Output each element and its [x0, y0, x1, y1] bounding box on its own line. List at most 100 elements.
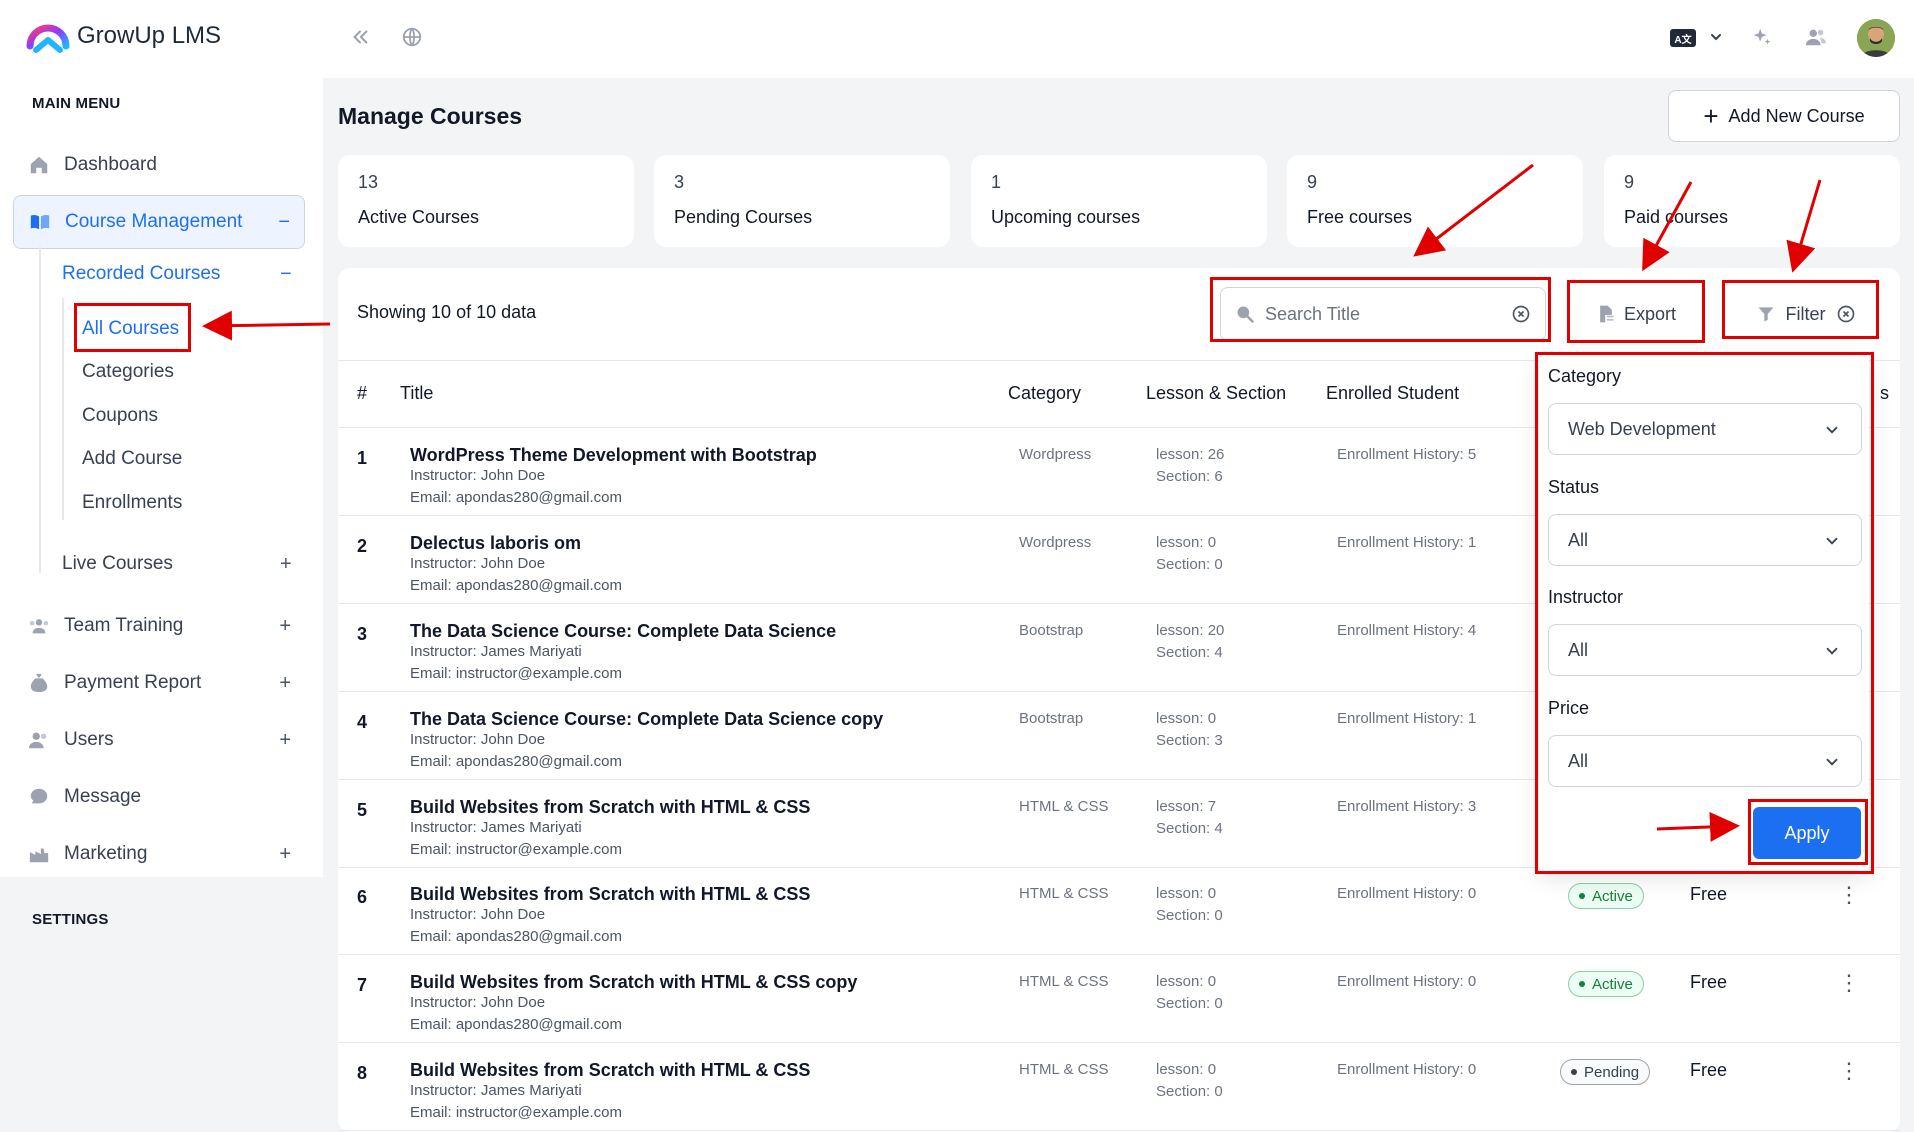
growup-logo[interactable]	[24, 16, 72, 58]
course-title[interactable]: Delectus laboris om	[410, 533, 581, 554]
kebab-menu-icon[interactable]: ⋮	[1838, 1058, 1860, 1084]
stat-card-active[interactable]: 13 Active Courses	[338, 155, 634, 247]
avatar[interactable]	[1857, 19, 1895, 57]
expand-toggle[interactable]: +	[279, 615, 291, 638]
sidebar-item-team-training[interactable]: Team Training +	[13, 600, 305, 652]
course-email: Email: apondas280@gmail.com	[410, 1016, 622, 1033]
sidebar-item-course-management[interactable]: Course Management −	[13, 195, 305, 249]
course-instructor: Instructor: James Mariyati	[410, 819, 582, 836]
enrollment-history[interactable]: Enrollment History: 0	[1337, 885, 1476, 902]
course-title[interactable]: The Data Science Course: Complete Data S…	[410, 709, 883, 730]
collapse-sidebar-icon[interactable]	[347, 24, 373, 50]
lesson-count: lesson: 26	[1156, 446, 1225, 463]
stat-label: Active Courses	[358, 207, 480, 227]
column-header-title[interactable]: Title	[400, 383, 433, 404]
sidebar-item-payment-report[interactable]: Payment Report +	[13, 657, 305, 709]
sidebar-item-message[interactable]: Message	[13, 771, 305, 823]
section-count: Section: 0	[1156, 995, 1223, 1012]
users-icon[interactable]	[1803, 24, 1829, 50]
kebab-menu-icon[interactable]: ⋮	[1838, 882, 1860, 908]
stat-card-upcoming[interactable]: 1 Upcoming courses	[971, 155, 1267, 247]
row-index: 4	[357, 712, 368, 732]
language-icon[interactable]: A文	[1670, 29, 1696, 47]
stat-card-free[interactable]: 9 Free courses	[1287, 155, 1583, 247]
showing-count: Showing 10 of 10 data	[357, 302, 537, 322]
sidebar-item-users[interactable]: Users +	[13, 714, 305, 766]
add-new-course-button[interactable]: + Add New Course	[1668, 90, 1900, 142]
row-index: 1	[357, 448, 368, 468]
sidebar-item-coupons[interactable]: Coupons	[82, 405, 158, 427]
table-row[interactable]: 7 Build Websites from Scratch with HTML &…	[338, 955, 1900, 1043]
stat-number: 3	[674, 172, 685, 192]
collapse-toggle[interactable]: −	[280, 263, 292, 286]
row-index: 3	[357, 624, 368, 644]
sidebar-item-live-courses[interactable]: Live Courses	[62, 553, 173, 575]
course-email: Email: apondas280@gmail.com	[410, 928, 622, 945]
course-price: Free	[1690, 972, 1728, 992]
section-count: Section: 4	[1156, 644, 1223, 661]
plus-icon: +	[1703, 101, 1719, 131]
enrollment-history[interactable]: Enrollment History: 1	[1337, 534, 1476, 551]
course-title[interactable]: Build Websites from Scratch with HTML & …	[410, 884, 810, 905]
lesson-count: lesson: 0	[1156, 1061, 1217, 1078]
top-bar: GrowUp LMS A文	[0, 0, 1914, 78]
collapse-toggle[interactable]: −	[278, 211, 290, 234]
kebab-menu-icon[interactable]: ⋮	[1838, 970, 1860, 996]
status-badge: Pending	[1560, 1059, 1651, 1085]
enrollment-history[interactable]: Enrollment History: 3	[1337, 798, 1476, 815]
tree-connector	[39, 247, 41, 573]
status-dot	[1571, 1069, 1577, 1075]
sidebar-item-enrollments[interactable]: Enrollments	[82, 492, 182, 514]
expand-toggle[interactable]: +	[279, 729, 291, 752]
stat-label: Free courses	[1307, 207, 1413, 227]
annotation-highlight-export	[1567, 280, 1705, 343]
home-icon	[27, 153, 51, 177]
stat-card-paid[interactable]: 9 Paid courses	[1604, 155, 1900, 247]
column-header-actions: s	[1880, 383, 1889, 403]
sidebar-item-dashboard[interactable]: Dashboard	[13, 139, 305, 191]
row-index: 7	[357, 975, 368, 995]
course-title[interactable]: Build Websites from Scratch with HTML & …	[410, 1060, 810, 1081]
expand-toggle[interactable]: +	[279, 672, 291, 695]
status-text: Active	[1592, 975, 1633, 993]
column-header-enrolled-student[interactable]: Enrolled Student	[1326, 383, 1459, 404]
status-text: Active	[1592, 887, 1633, 905]
sparkle-icon[interactable]	[1749, 24, 1775, 50]
course-title[interactable]: Build Websites from Scratch with HTML & …	[410, 972, 857, 993]
row-index: 8	[357, 1063, 368, 1083]
sidebar-item-categories[interactable]: Categories	[82, 361, 174, 383]
page-title: Manage Courses	[338, 103, 523, 129]
sidebar-item-label: Team Training	[64, 615, 184, 636]
enrollment-history[interactable]: Enrollment History: 0	[1337, 973, 1476, 990]
stat-card-pending[interactable]: 3 Pending Courses	[654, 155, 950, 247]
book-icon	[28, 210, 52, 234]
course-title[interactable]: Build Websites from Scratch with HTML & …	[410, 797, 810, 818]
button-label: Add New Course	[1728, 105, 1865, 126]
column-header-category[interactable]: Category	[1008, 383, 1081, 404]
settings-heading: SETTINGS	[32, 911, 109, 928]
globe-icon[interactable]	[399, 24, 425, 50]
status-dot	[1579, 981, 1585, 987]
expand-toggle[interactable]: +	[280, 553, 292, 576]
section-count: Section: 3	[1156, 732, 1223, 749]
sidebar-item-add-course[interactable]: Add Course	[82, 448, 182, 470]
sidebar-item-recorded-courses[interactable]: Recorded Courses	[62, 263, 220, 285]
course-title[interactable]: WordPress Theme Development with Bootstr…	[410, 445, 817, 466]
enrollment-history[interactable]: Enrollment History: 4	[1337, 622, 1476, 639]
table-row[interactable]: 8 Build Websites from Scratch with HTML &…	[338, 1043, 1900, 1131]
annotation-highlight-search	[1210, 277, 1551, 342]
lesson-count: lesson: 0	[1156, 534, 1217, 551]
sidebar-item-marketing[interactable]: Marketing +	[13, 828, 305, 880]
section-count: Section: 4	[1156, 820, 1223, 837]
course-price: Free	[1690, 1060, 1728, 1080]
stat-number: 1	[991, 172, 1002, 192]
enrollment-history[interactable]: Enrollment History: 0	[1337, 1061, 1476, 1078]
chevron-down-icon[interactable]	[1703, 24, 1729, 50]
course-title[interactable]: The Data Science Course: Complete Data S…	[410, 621, 836, 642]
course-email: Email: instructor@example.com	[410, 665, 622, 682]
table-row[interactable]: 6 Build Websites from Scratch with HTML &…	[338, 867, 1900, 955]
expand-toggle[interactable]: +	[279, 843, 291, 866]
column-header-lesson-section[interactable]: Lesson & Section	[1146, 383, 1286, 404]
enrollment-history[interactable]: Enrollment History: 1	[1337, 710, 1476, 727]
enrollment-history[interactable]: Enrollment History: 5	[1337, 446, 1476, 463]
